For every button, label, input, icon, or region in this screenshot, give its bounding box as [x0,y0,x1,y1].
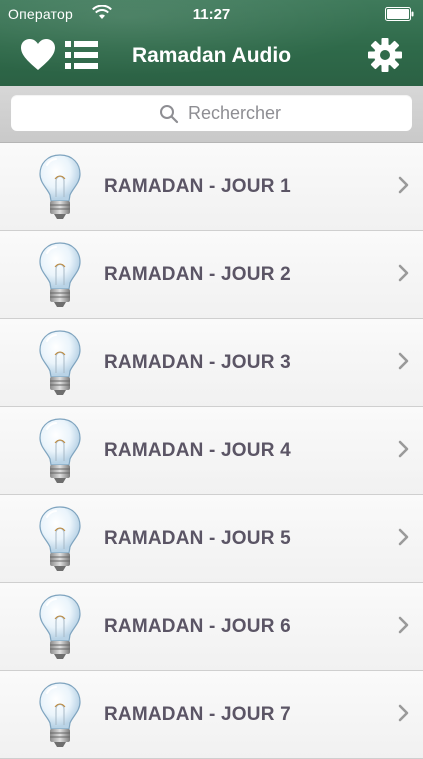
app-header: Оператор 11:27 Ramadan Audio [0,0,423,86]
list-item-day-6[interactable]: RAMADAN - JOUR 6 [0,583,423,671]
list-item-label: RAMADAN - JOUR 5 [104,528,291,549]
list-item-label: RAMADAN - JOUR 3 [104,352,291,373]
chevron-right-icon [398,440,410,463]
navigation-bar: Ramadan Audio [0,28,423,84]
chevron-right-icon [398,176,410,199]
lightbulb-icon [36,241,84,309]
lightbulb-icon [36,505,84,573]
chevron-right-icon [398,616,410,639]
list-item-day-7[interactable]: RAMADAN - JOUR 7 [0,671,423,759]
list-item-label: RAMADAN - JOUR 4 [104,440,291,461]
gear-icon [367,38,403,77]
list-item-day-1[interactable]: RAMADAN - JOUR 1 [0,143,423,231]
lightbulb-icon [36,593,84,661]
list-item-day-3[interactable]: RAMADAN - JOUR 3 [0,319,423,407]
lightbulb-icon [36,417,84,485]
list-item-label: RAMADAN - JOUR 2 [104,264,291,285]
chevron-right-icon [398,264,410,287]
chevron-right-icon [398,352,410,375]
settings-button[interactable] [367,37,403,73]
status-bar: Оператор 11:27 [0,0,423,28]
chevron-right-icon [398,528,410,551]
search-icon [159,104,179,129]
chevron-right-icon [398,704,410,727]
list-item-day-4[interactable]: RAMADAN - JOUR 4 [0,407,423,495]
list-item-label: RAMADAN - JOUR 7 [104,704,291,725]
lightbulb-icon [36,153,84,221]
lightbulb-icon [36,329,84,397]
search-placeholder: Rechercher [188,103,282,123]
list-item-day-5[interactable]: RAMADAN - JOUR 5 [0,495,423,583]
day-list: RAMADAN - JOUR 1 RAMADAN - JOUR 2 RAMADA… [0,143,423,759]
search-input[interactable]: Rechercher [11,95,412,131]
page-title: Ramadan Audio [131,44,292,67]
search-bar: Rechercher [0,86,423,143]
list-item-label: RAMADAN - JOUR 6 [104,616,291,637]
lightbulb-icon [36,681,84,749]
list-item-label: RAMADAN - JOUR 1 [104,176,291,197]
status-time: 11:27 [192,6,231,23]
list-item-day-2[interactable]: RAMADAN - JOUR 2 [0,231,423,319]
battery-icon [385,7,415,24]
